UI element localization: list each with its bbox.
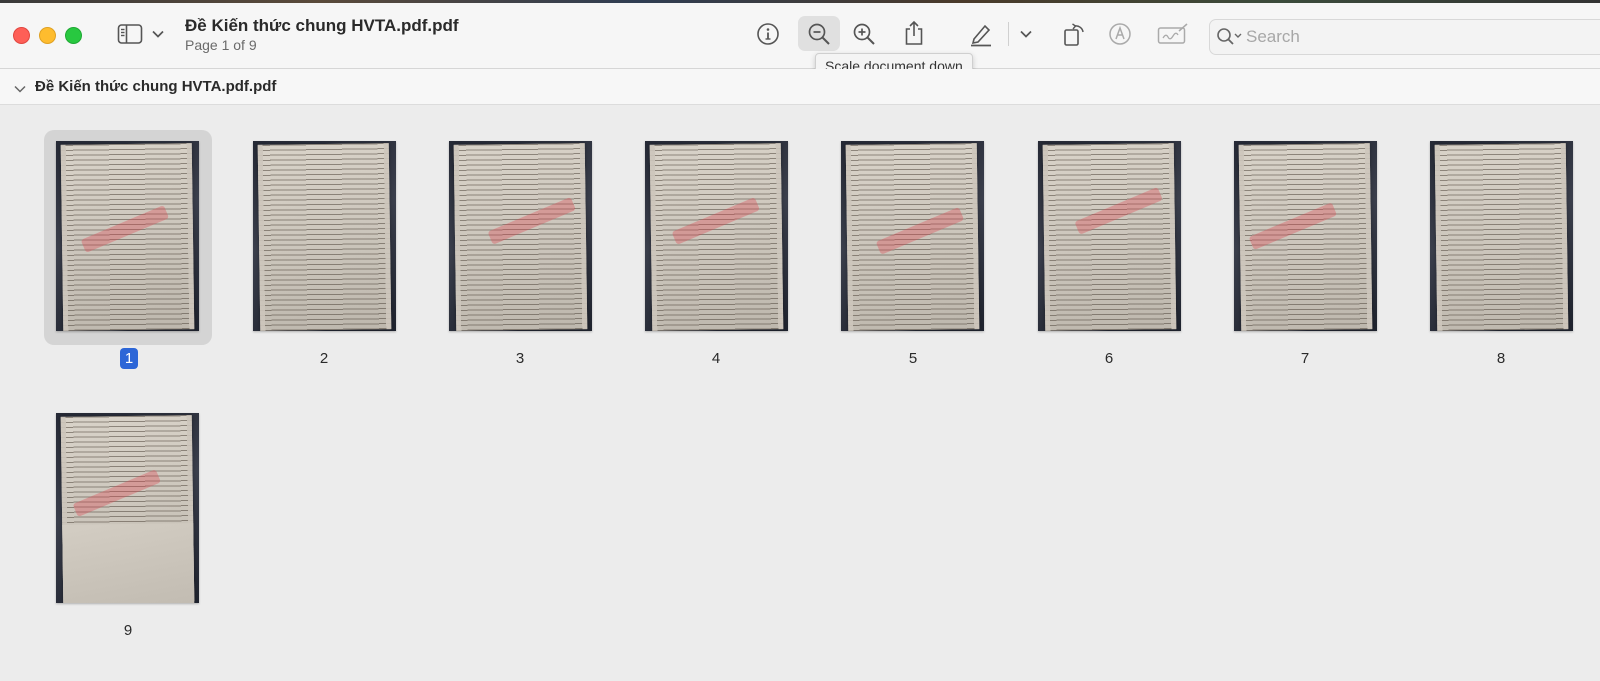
sign-icon	[1157, 23, 1188, 44]
share-icon	[905, 20, 923, 45]
page-thumbnail-1[interactable]	[56, 141, 199, 331]
page-thumbnail-8[interactable]	[1430, 141, 1573, 331]
zoom-out-icon	[808, 23, 830, 45]
page-thumbnail-4[interactable]	[645, 141, 788, 331]
page-thumbnail-9[interactable]	[56, 413, 199, 603]
page-number[interactable]: 5	[883, 350, 943, 367]
info-icon	[757, 23, 779, 45]
chevron-down-icon	[1020, 30, 1032, 38]
window-title: Đề Kiến thức chung HVTA.pdf.pdf	[185, 16, 459, 35]
sidebar-toggle-button[interactable]	[116, 22, 144, 46]
page-thumbnail-6[interactable]	[1038, 141, 1181, 331]
minimize-button[interactable]	[39, 27, 56, 44]
rotate-button[interactable]	[1061, 20, 1087, 48]
share-button[interactable]	[901, 19, 927, 47]
page-number[interactable]: 3	[490, 350, 550, 367]
blank-area	[62, 523, 195, 603]
page-number[interactable]: 7	[1275, 350, 1335, 367]
page-thumbnail-2[interactable]	[253, 141, 396, 331]
desktop-strip	[0, 0, 1600, 3]
page-indicator: Page 1 of 9	[185, 37, 257, 53]
search-icon	[1216, 27, 1242, 52]
toolbar-divider	[1008, 22, 1009, 46]
page-number-selected[interactable]: 1	[120, 348, 138, 369]
page-number[interactable]: 6	[1079, 350, 1139, 367]
page-number[interactable]: 2	[294, 350, 354, 367]
highlight-pen-icon	[971, 24, 991, 47]
chevron-down-icon	[152, 30, 164, 38]
markup-icon	[1109, 23, 1131, 45]
info-button[interactable]	[755, 21, 781, 47]
rotate-icon	[1064, 23, 1084, 46]
zoom-in-button[interactable]	[851, 21, 877, 47]
zoom-button[interactable]	[65, 27, 82, 44]
close-button[interactable]	[13, 27, 30, 44]
sign-button[interactable]	[1157, 21, 1189, 47]
zoom-out-button[interactable]	[806, 21, 832, 47]
sidebar-menu-button[interactable]	[151, 28, 165, 40]
disclosure-chevron-icon[interactable]	[14, 80, 26, 98]
page-number[interactable]: 4	[686, 350, 746, 367]
document-name: Đề Kiến thức chung HVTA.pdf.pdf	[35, 78, 277, 95]
highlight-button[interactable]	[968, 20, 994, 48]
page-thumbnail-5[interactable]	[841, 141, 984, 331]
page-number[interactable]: 9	[98, 622, 158, 639]
page-thumbnail-7[interactable]	[1234, 141, 1377, 331]
zoom-in-icon	[853, 23, 875, 45]
markup-button[interactable]	[1107, 21, 1133, 47]
page-thumbnail-3[interactable]	[449, 141, 592, 331]
page-number[interactable]: 8	[1471, 350, 1531, 367]
search-field[interactable]	[1209, 19, 1600, 55]
search-input[interactable]	[1244, 25, 1598, 49]
toolbar: Đề Kiến thức chung HVTA.pdf.pdf Page 1 o…	[0, 0, 1600, 69]
document-header: Đề Kiến thức chung HVTA.pdf.pdf	[0, 69, 1600, 105]
sidebar-icon	[117, 24, 143, 44]
highlight-menu-button[interactable]	[1019, 28, 1033, 40]
